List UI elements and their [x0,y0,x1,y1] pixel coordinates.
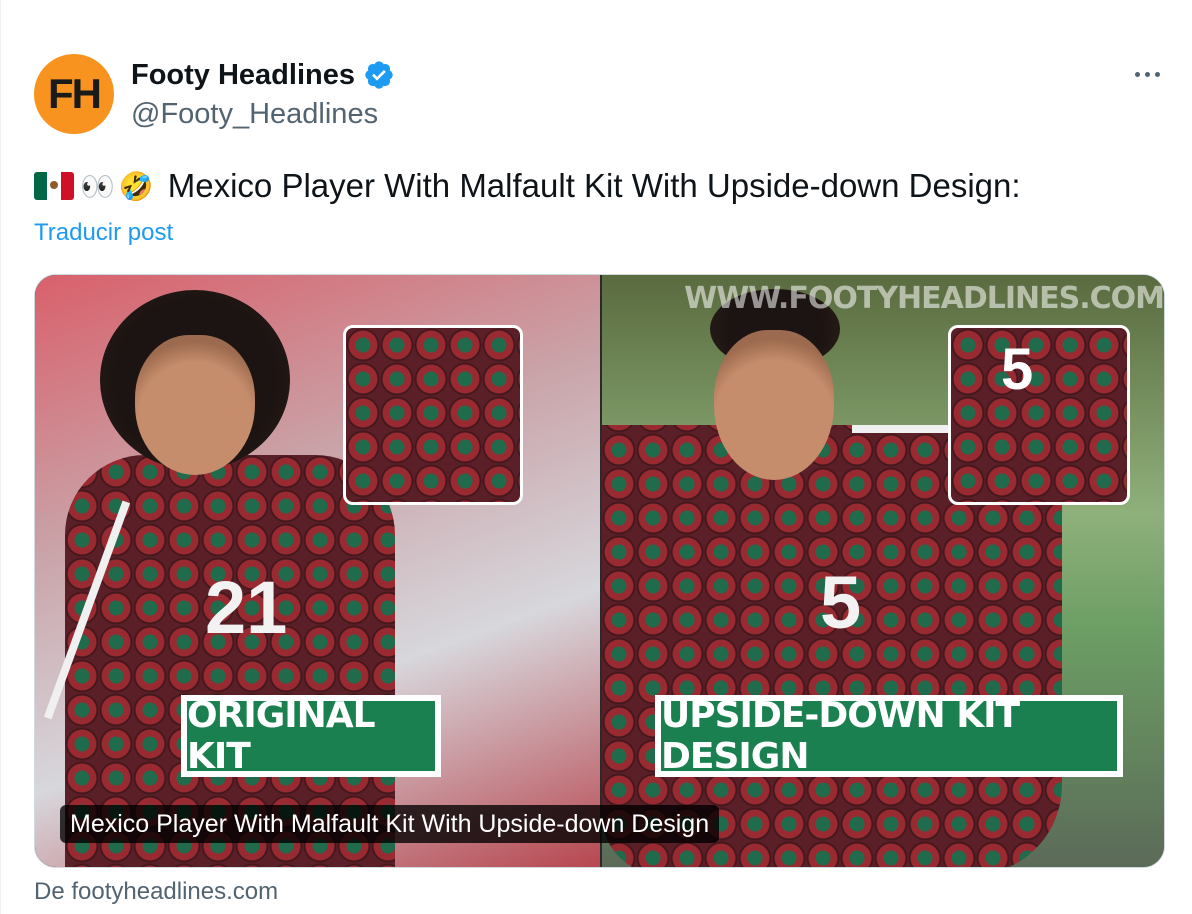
more-options-icon[interactable] [1127,60,1167,88]
upside-down-kit-label: UPSIDE-DOWN KIT DESIGN [661,695,1117,777]
original-kit-banner: ORIGINAL KIT [181,695,441,777]
author-handle[interactable]: @Footy_Headlines [131,98,378,131]
author-display-name[interactable]: Footy Headlines [131,59,355,92]
link-source[interactable]: De footyheadlines.com [34,878,278,906]
mexico-flag-icon [34,172,74,200]
verified-badge-icon[interactable] [363,59,395,91]
avatar[interactable]: FH [34,54,114,134]
author-name-row: Footy Headlines [131,57,395,93]
eyes-icon: 👀 [80,169,115,203]
media-card[interactable]: 21 ORIGINAL KIT 5 5 WWW.FOOTYHEADLINES.C… [34,274,1165,868]
player-face [714,330,834,480]
more-dot [1134,71,1140,77]
post-text: Mexico Player With Malfault Kit With Ups… [167,167,1021,204]
laughing-emoji-icon: 🤣 [118,169,154,203]
player-face [135,335,255,475]
inset-number: 5 [1001,337,1034,402]
media-image-upside-down[interactable]: 5 5 WWW.FOOTYHEADLINES.COM UPSIDE-DOWN K… [602,275,1164,867]
shirt-stripe [852,425,952,433]
watermark: WWW.FOOTYHEADLINES.COM [684,281,1164,316]
media-caption: Mexico Player With Malfault Kit With Ups… [60,805,720,843]
translate-post-link[interactable]: Traducir post [34,219,173,247]
tweet-post: FH Footy Headlines @Footy_Headlines 👀 🤣 … [0,0,1192,914]
more-dot [1144,71,1150,77]
upside-down-kit-banner: UPSIDE-DOWN KIT DESIGN [655,695,1123,777]
avatar-initials: FH [48,70,102,117]
kit-detail-inset [343,325,523,505]
original-kit-label: ORIGINAL KIT [187,695,435,777]
kit-detail-inset: 5 [948,325,1130,505]
post-text-row: 👀 🤣 Mexico Player With Malfault Kit With… [34,164,1021,208]
jersey-number: 21 [205,566,288,649]
more-dot [1154,71,1160,77]
jersey-number: 5 [820,561,862,644]
media-image-original[interactable]: 21 ORIGINAL KIT [35,275,600,867]
